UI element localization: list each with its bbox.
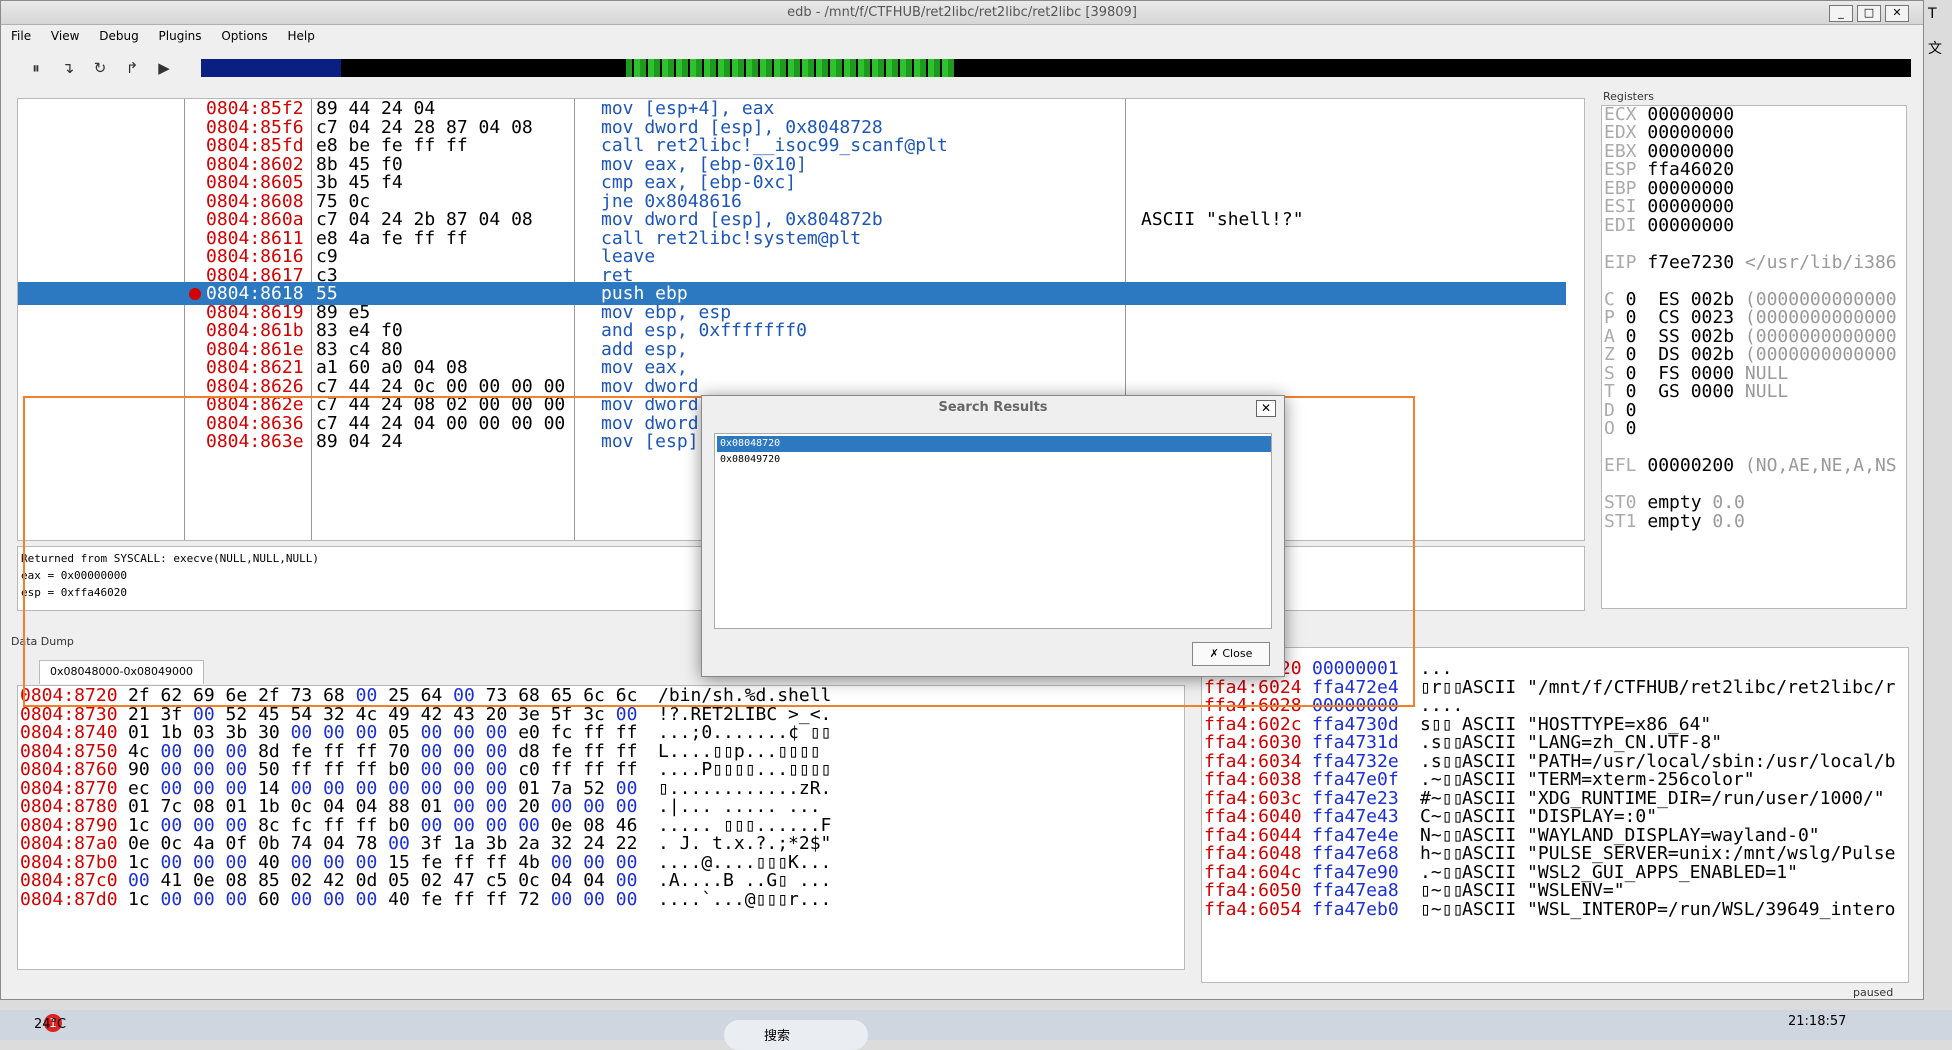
side-char: 文 <box>1928 41 1942 57</box>
register-extra: NULL <box>1734 381 1789 402</box>
menu-file[interactable]: File <box>1 26 37 43</box>
menu-bar: File View Debug Plugins Options Help <box>1 26 1923 48</box>
dialog-close-icon[interactable]: ✕ <box>1256 400 1276 417</box>
register-name: O <box>1604 418 1615 439</box>
dump-byte: 00 <box>355 888 389 910</box>
dump-byte: fe <box>420 888 454 910</box>
search-results-dialog: Search Results ✕ 0x08048720 0x08049720 ✗… <box>701 395 1285 677</box>
register-extra: 0.0 <box>1701 510 1745 532</box>
edb-window: edb - /mnt/f/CTFHUB/ret2libc/ret2libc/re… <box>0 0 1924 1000</box>
register-row[interactable]: EFL 00000200 (NO,AE,NE,A,NS <box>1604 454 1897 477</box>
register-value: f7ee7230 <box>1636 251 1735 273</box>
dialog-title: Search Results <box>938 400 1048 415</box>
step-into-icon[interactable]: ↴ <box>57 57 79 79</box>
registers-title: Registers <box>1603 90 1655 103</box>
dump-byte: 00 <box>615 888 638 910</box>
dump-address: 0804:87d0 <box>20 888 118 910</box>
dump-byte: 00 <box>550 888 584 910</box>
register-value: empty <box>1636 510 1702 532</box>
search-result-item[interactable]: 0x08048720 <box>717 436 1271 452</box>
register-row[interactable]: ST1 empty 0.0 <box>1604 510 1745 533</box>
dump-byte: 00 <box>160 888 194 910</box>
register-value: 00000000 <box>1636 214 1735 236</box>
memory-map-bar <box>201 59 1911 77</box>
maximize-button[interactable]: □ <box>1857 5 1881 22</box>
pause-icon[interactable]: ⏸ <box>25 57 47 79</box>
dump-byte: 00 <box>225 888 259 910</box>
menu-debug[interactable]: Debug <box>89 26 144 43</box>
register-name: EIP <box>1604 251 1637 273</box>
dialog-close-button[interactable]: ✗ Close <box>1192 642 1270 666</box>
dump-byte: 00 <box>290 888 324 910</box>
dump-ascii: ....`...@▯▯▯r... <box>658 888 832 910</box>
close-button[interactable]: ✕ <box>1885 5 1909 22</box>
step-over-icon[interactable]: ↻ <box>89 57 111 79</box>
stack-chars: ▯~▯▯ <box>1420 898 1464 920</box>
close-label: Close <box>1222 647 1253 660</box>
register-extra: </usr/lib/i386 <box>1734 251 1897 273</box>
dump-byte: 1c <box>128 888 161 910</box>
register-value: 00000200 <box>1636 455 1735 476</box>
data-dump-view[interactable]: 0804:8720 2f 62 69 6e 2f 73 68 00 25 64 0… <box>17 685 1185 970</box>
step-out-icon[interactable]: ↱ <box>121 57 143 79</box>
taskbar-search[interactable]: 搜索 <box>724 1020 868 1050</box>
stack-value: ffa47eb0 <box>1312 898 1399 920</box>
search-result-item[interactable]: 0x08049720 <box>717 452 1271 468</box>
search-results-list[interactable]: 0x08048720 0x08049720 <box>714 433 1272 629</box>
dump-byte: ff <box>485 888 519 910</box>
dump-byte: ff <box>453 888 486 910</box>
register-row[interactable]: EDI 00000000 <box>1604 214 1734 237</box>
window-title: edb - /mnt/f/CTFHUB/ret2libc/ret2libc/re… <box>787 5 1137 20</box>
disasm-address: 0804:863e <box>206 431 304 452</box>
data-dump-tab[interactable]: 0x08048000-0x08049000 <box>39 660 204 684</box>
memory-map-code-region <box>201 59 341 77</box>
breakpoint-icon[interactable] <box>189 288 201 300</box>
menu-options[interactable]: Options <box>211 26 273 43</box>
stack-address: ffa4:6054 <box>1204 898 1302 920</box>
data-dump-title: Data Dump <box>11 635 74 648</box>
dump-byte: 72 <box>518 888 551 910</box>
status-text: paused <box>1853 986 1894 999</box>
register-extra: (NO,AE,NE,A,NS <box>1734 455 1897 476</box>
dump-byte: 00 <box>583 888 616 910</box>
disasm-bytes: 89 04 24 <box>316 431 403 452</box>
clock: 21:18:57 <box>1788 1014 1847 1029</box>
register-extra: orig: 0000000b <box>1734 105 1897 106</box>
dump-byte: 40 <box>388 888 421 910</box>
register-value: 0 <box>1614 418 1637 439</box>
weather-text[interactable]: 24°C <box>34 1017 66 1032</box>
register-name: EDI <box>1604 214 1637 236</box>
taskbar: 1 24°C 搜索 21:18:57 <box>0 1010 1952 1050</box>
register-name: ST1 <box>1604 510 1637 532</box>
registers-view[interactable]: EAX 00000000 orig: 0000000bECX 00000000E… <box>1601 105 1907 609</box>
register-row[interactable]: EIP f7ee7230 </usr/lib/i386 <box>1604 251 1897 274</box>
run-icon[interactable]: ▶ <box>153 57 175 79</box>
side-char: T <box>1928 6 1937 22</box>
register-row[interactable]: O 0 <box>1604 417 1637 440</box>
menu-plugins[interactable]: Plugins <box>149 26 208 43</box>
stack-comment: ASCII "/mnt/f/CTFHUB/ret2libc/ret2libc/r <box>1462 676 1896 698</box>
minimize-button[interactable]: _ <box>1829 5 1853 22</box>
stack-view[interactable]: ffa4:602000000001...ffa4:6024ffa472e4▯r▯… <box>1201 647 1909 983</box>
title-bar: edb - /mnt/f/CTFHUB/ret2libc/ret2libc/re… <box>1 1 1923 25</box>
menu-view[interactable]: View <box>41 26 85 43</box>
dump-byte: 60 <box>258 888 291 910</box>
stack-comment: ASCII "WSL_INTEROP=/run/WSL/39649_intero <box>1462 898 1896 920</box>
memory-map-data-region <box>626 59 956 77</box>
dump-byte: 00 <box>323 888 356 910</box>
register-name: EFL <box>1604 455 1637 476</box>
dump-byte: 00 <box>193 888 226 910</box>
dump-hex: 1c 00 00 00 60 00 00 00 40 fe ff ff 72 0… <box>128 888 637 911</box>
disasm-instruction: mov [esp] <box>601 431 699 452</box>
menu-help[interactable]: Help <box>277 26 320 43</box>
